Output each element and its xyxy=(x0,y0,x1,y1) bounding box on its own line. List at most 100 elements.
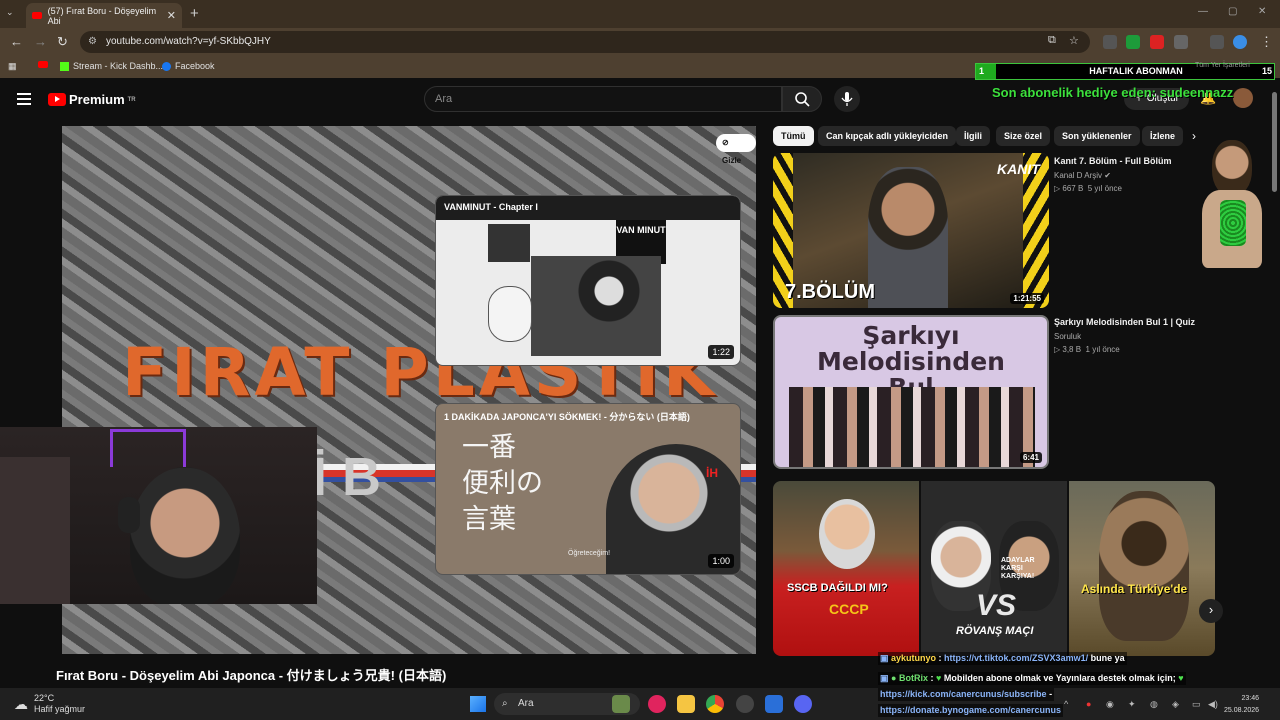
vs-text: VS xyxy=(976,589,1017,622)
logo-text: Premium xyxy=(69,92,125,107)
tray-app-icon[interactable]: ◍ xyxy=(1150,699,1158,710)
tray-app-icon[interactable]: ◉ xyxy=(1106,699,1114,710)
back-icon[interactable]: ← xyxy=(10,34,23,49)
media-icon[interactable] xyxy=(1210,35,1224,49)
recommendation-thumbnail[interactable]: KANIT 7.BÖLÜM 1:21:55 xyxy=(773,153,1049,308)
windows-start-icon[interactable] xyxy=(470,696,486,712)
tray-chevron-icon[interactable]: ^ xyxy=(1064,699,1068,709)
install-icon[interactable]: ⧉ xyxy=(1048,34,1056,47)
adblock-icon[interactable] xyxy=(1150,35,1164,49)
verified-check-icon: ✔ xyxy=(1104,171,1111,180)
forward-icon[interactable]: → xyxy=(34,34,47,49)
shorts-next-arrow-icon[interactable]: › xyxy=(1199,599,1223,623)
url-bar[interactable]: ⚙ youtube.com/watch?v=yf-SKbbQJHY xyxy=(80,31,1090,53)
minimize-icon[interactable]: — xyxy=(1198,6,1208,17)
chip-watched[interactable]: İzlene xyxy=(1142,126,1184,146)
tab-list-chevron-icon[interactable]: ⌄ xyxy=(6,7,14,18)
weather-condition: Hafif yağmur xyxy=(34,704,86,714)
network-icon[interactable]: ▭ xyxy=(1192,699,1201,710)
view-count: 3,8 B xyxy=(1062,345,1082,354)
upload-age: 1 yıl önce xyxy=(1085,345,1120,354)
system-clock[interactable]: 23:46 25.08.2026 xyxy=(1224,693,1259,717)
endscreen-card-japonca[interactable]: 1 DAKİKADA JAPONCA'YI SÖKMEK! - 分からない (日… xyxy=(435,403,741,575)
chat-message-continued: https://kick.com/canercunus/subscribe - xyxy=(878,688,1055,701)
short-subtext: СССР xyxy=(829,601,869,617)
search-highlight-icon[interactable] xyxy=(612,695,630,713)
close-tab-icon[interactable]: ✕ xyxy=(167,9,176,22)
streamer-face xyxy=(130,467,240,604)
windows-taskbar: ☁ 22°C Hafif yağmur ⌕ Ara ^ ● ◉ ✦ ◍ ◈ ▭ … xyxy=(0,688,1280,720)
chips-next-chevron-icon[interactable]: › xyxy=(1192,129,1196,143)
recommendation-channel[interactable]: Kanal D Arşiv ✔ xyxy=(1054,171,1111,180)
file-explorer-icon[interactable] xyxy=(677,695,695,713)
weather-widget[interactable]: ☁ 22°C Hafif yağmur xyxy=(14,693,85,715)
sticker-face xyxy=(1212,140,1252,196)
microphone-icon xyxy=(841,92,853,106)
recommendation-title[interactable]: Şarkıyı Melodisinden Bul 1 | Quiz xyxy=(1054,317,1195,327)
tray-app-icon[interactable]: ✦ xyxy=(1128,699,1136,710)
hamburger-menu-icon[interactable] xyxy=(17,93,31,108)
search-button[interactable] xyxy=(782,86,822,112)
chip-related[interactable]: İlgili xyxy=(956,126,990,146)
new-tab-icon[interactable]: + xyxy=(190,5,199,22)
heart-icon: ♥ xyxy=(935,673,942,683)
search-input[interactable]: Ara xyxy=(424,86,782,112)
bookmark-facebook[interactable]: Facebook xyxy=(162,61,215,71)
weekly-goal-label: HAFTALIK ABONMAN xyxy=(1089,66,1183,76)
extension-green-icon[interactable] xyxy=(1126,35,1140,49)
channel-name: Kanal D Arşiv xyxy=(1054,171,1103,180)
chip-recent[interactable]: Son yüklenenler xyxy=(1054,126,1140,146)
youtube-favicon-icon xyxy=(32,12,42,19)
discord-icon[interactable] xyxy=(794,695,812,713)
tray-mic-icon[interactable]: ● xyxy=(1086,699,1091,709)
card-duration: 1:22 xyxy=(708,345,734,359)
kick-icon xyxy=(60,61,69,71)
volume-icon[interactable]: ◀) xyxy=(1208,699,1218,710)
maximize-icon[interactable]: ▢ xyxy=(1228,6,1237,17)
chip-all[interactable]: Tümü xyxy=(773,126,814,146)
extensions-puzzle-icon[interactable] xyxy=(1174,35,1188,49)
profile-icon[interactable] xyxy=(1233,35,1247,49)
browser-tab[interactable]: (57) Fırat Boru - Döşeyelim Abi ✕ xyxy=(26,3,182,28)
menu-dots-icon[interactable]: ⋮ xyxy=(1260,34,1273,50)
youtube-logo-icon xyxy=(48,93,66,106)
card-duration: 1:00 xyxy=(708,554,734,568)
account-avatar[interactable] xyxy=(1233,88,1253,108)
chat-message-continued: https://donate.bynogame.com/canercunus xyxy=(878,704,1064,717)
hide-cards-button[interactable]: ⊘ Gizle xyxy=(716,134,756,165)
obs-icon[interactable] xyxy=(736,695,754,713)
recommendation-stats: ▷ 3,8 B 1 yıl önce xyxy=(1054,345,1120,354)
extension-icon[interactable] xyxy=(1103,35,1117,49)
video-background-text-2: İ B xyxy=(312,447,382,507)
media-player-icon[interactable] xyxy=(648,695,666,713)
apps-grid-icon[interactable]: ▦ xyxy=(8,61,17,72)
steam-icon[interactable] xyxy=(765,695,783,713)
recommendation-thumbnail[interactable]: Şarkıyı Melodisinden Bul 6:41 xyxy=(773,315,1049,469)
site-info-icon[interactable]: ⚙ xyxy=(88,31,97,53)
short-thumbnail[interactable]: Aslında Türkiye'de xyxy=(1069,481,1215,656)
upload-age: 5 yıl önce xyxy=(1087,184,1122,193)
recommendation-channel[interactable]: Soruluk xyxy=(1054,332,1081,341)
chip-from-uploader[interactable]: Can kıpçak adlı yükleyiciden xyxy=(818,126,957,146)
actor-photo xyxy=(868,167,948,308)
chip-for-you[interactable]: Size özel xyxy=(996,126,1051,146)
kanit-brand-logo: KANIT xyxy=(997,161,1040,177)
recommendation-title[interactable]: Kanıt 7. Bölüm - Full Bölüm xyxy=(1054,156,1172,166)
chrome-icon[interactable] xyxy=(706,695,724,713)
all-bookmarks-label[interactable]: Tüm Yer İşaretleri xyxy=(1195,62,1250,69)
bookmark-kick[interactable]: Stream - Kick Dashb... xyxy=(60,61,163,71)
jp-line: 一番 xyxy=(462,432,516,463)
tray-app-icon[interactable]: ◈ xyxy=(1172,699,1179,710)
youtube-premium-logo[interactable]: Premium TR xyxy=(48,92,136,107)
short-thumbnail[interactable]: SSCB DAĞILDI MI? СССР xyxy=(773,481,919,656)
bookmark-star-icon[interactable]: ☆ xyxy=(1069,34,1079,47)
chat-message: ▣ aykutunyo : https://vt.tiktok.com/ZSVX… xyxy=(878,652,1127,665)
facebook-icon xyxy=(162,61,171,71)
voice-search-button[interactable] xyxy=(834,86,860,112)
bookmark-youtube[interactable] xyxy=(38,61,48,68)
endscreen-card-vanminut[interactable]: VANMINUT - Chapter I VAN MINUT 1:22 xyxy=(435,195,741,366)
page-scrollbar[interactable] xyxy=(1272,92,1277,192)
window-close-icon[interactable]: ✕ xyxy=(1258,6,1266,17)
reload-icon[interactable]: ↻ xyxy=(57,34,68,50)
short-thumbnail[interactable]: ADAYLAR KARŞI KARŞIYA! VS RÖVANŞ MAÇI xyxy=(921,481,1067,656)
